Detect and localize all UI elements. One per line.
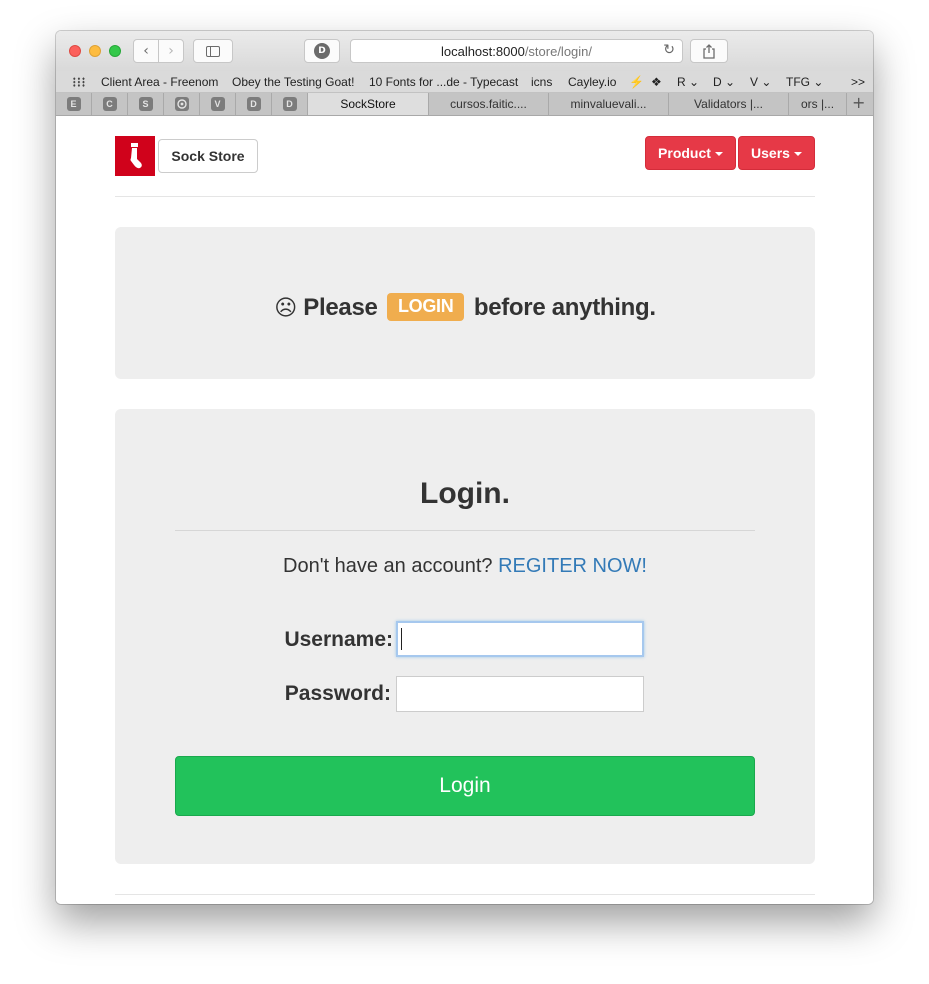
tab-validators-2[interactable]: ors |... [789,93,847,115]
address-bar[interactable]: localhost:8000/store/login/ ↻ [350,39,683,63]
tab-cursos[interactable]: cursos.faitic.... [429,93,549,115]
username-input[interactable] [396,621,644,657]
sidebar-icon [206,45,220,57]
pinned-tab[interactable]: S [128,93,164,115]
bookmark-folder[interactable]: V ⌄ [750,75,771,89]
privacy-icon: D [314,43,330,59]
favicon-icon: E [66,97,81,111]
alert-suffix: before anything. [473,294,656,321]
login-title: Login. [420,477,510,510]
bookmarks-bar: Client Area - Freenom Obey the Testing G… [56,71,873,93]
text-cursor [401,628,402,650]
product-menu-button[interactable]: Product [645,136,736,170]
footer-divider [115,894,815,895]
bolt-icon[interactable]: ⚡ [629,75,644,89]
url-host: localhost:8000 [440,43,525,59]
close-window-button[interactable] [69,45,81,57]
login-panel: Login. Don't have an account? REGITER NO… [115,409,815,864]
tab-minvalue[interactable]: minvaluevali... [549,93,669,115]
bookmark-item[interactable]: icns [531,75,552,89]
forward-button[interactable]: › [158,39,184,63]
header-divider [115,196,815,197]
favicon-icon: D [246,97,261,111]
bookmark-folder[interactable]: TFG ⌄ [786,75,823,89]
github-icon [174,97,189,111]
chevron-left-icon: ‹ [143,43,149,59]
pinned-tab[interactable]: E [56,93,92,115]
bookmark-item[interactable]: 10 Fonts for ...de - Typecast [369,75,518,89]
users-menu-label: Users [751,145,790,161]
password-label: Password: [284,682,391,705]
bookmark-item[interactable]: Obey the Testing Goat! [232,75,355,89]
login-divider [175,530,755,531]
page-content: Sock Store Product Users ☹ Please LOGIN … [56,116,873,904]
bookmark-folder[interactable]: R ⌄ [677,75,699,89]
users-menu-button[interactable]: Users [738,136,815,170]
register-link[interactable]: REGITER NOW! [498,555,647,577]
username-label: Username: [284,628,393,651]
bookmark-folder[interactable]: D ⌄ [713,75,735,89]
plus-icon[interactable]: + [852,93,865,112]
share-button[interactable] [690,39,728,63]
diamond-icon[interactable]: ❖ [651,75,662,89]
password-input[interactable] [396,676,644,712]
sad-face-icon: ☹ [274,296,297,321]
more-bookmarks-button[interactable]: >> [851,75,865,89]
alert-message: ☹ Please LOGIN before anything. [115,293,815,322]
favicon-icon: S [138,97,153,111]
sidebar-toggle-button[interactable] [193,39,233,63]
back-button[interactable]: ‹ [133,39,159,63]
zoom-window-button[interactable] [109,45,121,57]
pinned-tab[interactable]: V [200,93,236,115]
caret-down-icon [793,152,802,156]
browser-toolbar: ‹ › D localhost:8000/store/login/ ↻ [56,31,873,71]
tab-validators[interactable]: Validators |... [669,93,789,115]
product-menu-label: Product [658,145,711,161]
register-prompt: Don't have an account? REGITER NOW! [115,555,815,578]
bookmark-item[interactable]: Cayley.io [568,75,616,89]
caret-down-icon [714,152,723,156]
favicon-icon: C [102,97,117,111]
url-path: /store/login/ [524,43,593,59]
favicon-icon: D [282,97,297,111]
login-submit-button[interactable]: Login [175,756,755,816]
tab-sockstore[interactable]: SockStore [308,93,429,115]
register-prompt-text: Don't have an account? [283,555,493,577]
stocking-icon[interactable] [115,136,155,176]
pinned-tab[interactable]: D [272,93,308,115]
pinned-tab[interactable]: D [236,93,272,115]
share-icon [703,43,715,59]
pinned-tab[interactable] [164,93,200,115]
pinned-tab[interactable]: C [92,93,128,115]
browser-window: ‹ › D localhost:8000/store/login/ ↻ Clie… [56,31,873,904]
tab-bar: E C S V D D SockStore cursos.faitic.... … [56,93,873,116]
chevron-right-icon: › [168,43,174,59]
login-required-alert: ☹ Please LOGIN before anything. [115,227,815,379]
reload-icon[interactable]: ↻ [663,42,675,58]
login-badge: LOGIN [386,293,465,321]
alert-prefix: Please [303,294,378,321]
bookmark-item[interactable]: Client Area - Freenom [101,75,218,89]
apps-grid-icon[interactable] [72,77,86,87]
privacy-button[interactable]: D [304,39,340,63]
minimize-window-button[interactable] [89,45,101,57]
favicon-icon: V [210,97,225,111]
brand-button[interactable]: Sock Store [158,139,258,173]
